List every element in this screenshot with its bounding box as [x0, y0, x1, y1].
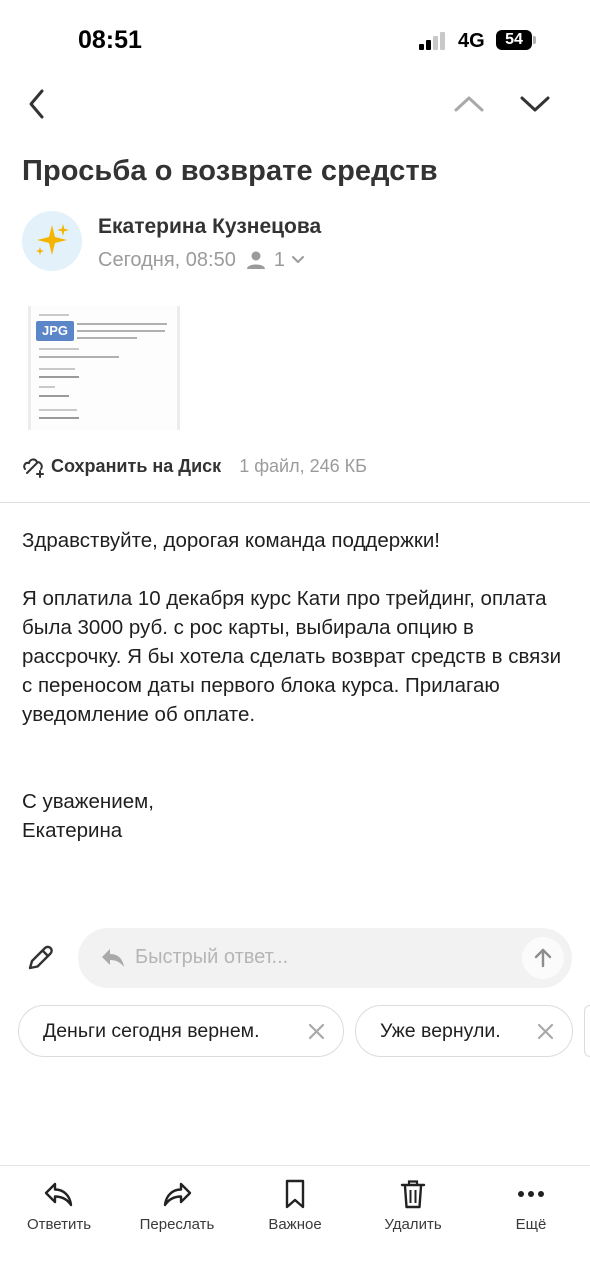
chevron-down-icon — [291, 256, 304, 263]
bookmark-icon — [285, 1179, 305, 1209]
chevron-up-icon — [454, 96, 484, 112]
sender-name[interactable]: Екатерина Кузнецова — [98, 215, 321, 239]
reply-icon — [44, 1182, 73, 1207]
message-subject: Просьба о возврате средств — [22, 155, 438, 187]
reply-button[interactable]: Ответить — [4, 1178, 114, 1238]
chip-label: Деньги сегодня вернем. — [43, 1020, 260, 1042]
save-to-disk-row: Сохранить на Диск 1 файл, 246 КБ — [22, 452, 367, 480]
reply-icon — [102, 949, 124, 967]
attachment-meta: 1 файл, 246 КБ — [239, 455, 367, 476]
attachment-thumbnail[interactable]: JPG — [28, 306, 180, 430]
battery-icon: 54 — [496, 30, 536, 50]
compose-button[interactable] — [24, 942, 56, 974]
more-button[interactable]: Ещё — [476, 1178, 586, 1238]
chip-label: Уже вернули. — [380, 1020, 501, 1042]
close-icon[interactable] — [537, 1023, 554, 1040]
quick-reply-chip-partial[interactable] — [584, 1005, 590, 1057]
delete-button[interactable]: Удалить — [358, 1178, 468, 1238]
previous-message-button[interactable] — [452, 90, 486, 118]
person-icon — [246, 251, 265, 269]
important-button[interactable]: Важное — [240, 1178, 350, 1238]
body-signoff: С уважением, — [22, 790, 154, 813]
divider — [0, 502, 590, 503]
file-type-badge: JPG — [36, 321, 74, 341]
important-label: Важное — [268, 1216, 322, 1233]
quick-reply-chip[interactable]: Уже вернули. — [355, 1005, 573, 1057]
more-label: Ещё — [515, 1216, 547, 1233]
save-to-disk-button[interactable]: Сохранить на Диск — [51, 456, 221, 477]
status-bar: 08:51 4G 54 — [0, 0, 590, 80]
forward-button[interactable]: Переслать — [122, 1178, 232, 1238]
quick-reply-chip[interactable]: Деньги сегодня вернем. — [18, 1005, 344, 1057]
avatar[interactable] — [22, 211, 82, 271]
pencil-icon — [28, 945, 53, 970]
chevron-down-icon — [520, 96, 550, 112]
chevron-left-icon — [29, 89, 44, 119]
trash-icon — [400, 1180, 426, 1209]
reply-label: Ответить — [26, 1216, 92, 1233]
message-details[interactable]: Сегодня, 08:50 1 — [98, 247, 305, 273]
body-signature: Екатерина — [22, 819, 123, 842]
action-bar: Ответить Переслать Важное Удалить Ещё — [0, 1165, 590, 1280]
message-date: Сегодня, 08:50 — [98, 248, 236, 271]
battery-level: 54 — [496, 30, 532, 50]
status-time: 08:51 — [78, 26, 142, 54]
recipients-count: 1 — [273, 248, 285, 271]
forward-icon — [163, 1182, 192, 1207]
network-type: 4G — [458, 30, 485, 52]
signal-icon — [419, 32, 449, 50]
body-greeting: Здравствуйте, дорогая команда поддержки! — [22, 529, 441, 552]
next-message-button[interactable] — [518, 90, 552, 118]
quick-reply-placeholder: Быстрый ответ... — [135, 946, 289, 968]
back-button[interactable] — [22, 86, 56, 122]
quick-reply-field[interactable]: Быстрый ответ... — [78, 928, 572, 988]
more-icon — [518, 1191, 544, 1197]
close-icon[interactable] — [308, 1023, 325, 1040]
body-signature-block: С уважением, Екатерина — [22, 787, 572, 845]
send-button[interactable] — [522, 937, 564, 979]
message-body: Здравствуйте, дорогая команда поддержки!… — [22, 526, 572, 874]
arrow-up-icon — [534, 948, 552, 968]
forward-label: Переслать — [139, 1216, 215, 1233]
delete-label: Удалить — [384, 1216, 442, 1233]
cloud-save-icon — [23, 458, 44, 478]
sparkles-icon — [36, 224, 69, 255]
body-paragraph: Я оплатила 10 декабря курс Кати про трей… — [22, 587, 562, 726]
